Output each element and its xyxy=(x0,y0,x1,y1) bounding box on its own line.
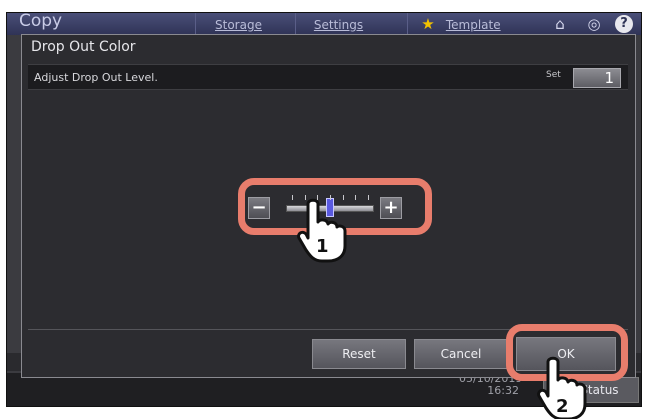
set-value-display: 1 xyxy=(573,68,621,88)
dialog-title: Drop Out Color xyxy=(31,39,136,55)
cancel-button[interactable]: Cancel xyxy=(414,339,508,369)
slider-tick xyxy=(355,195,357,200)
instruction-text: Adjust Drop Out Level. xyxy=(34,71,158,84)
callout-number-1: 1 xyxy=(316,236,329,257)
set-label: Set xyxy=(546,70,561,80)
globe-icon[interactable]: ◎ xyxy=(583,15,605,33)
top-bar: Copy Storage Settings Template ★ ⌂ ◎ ? xyxy=(7,13,641,35)
slider-tick xyxy=(368,195,369,200)
slider-tick xyxy=(292,195,293,200)
callout-number-2: 2 xyxy=(556,396,569,417)
increase-level-button[interactable]: + xyxy=(380,197,402,219)
home-icon[interactable]: ⌂ xyxy=(549,15,571,33)
tab-settings[interactable]: Settings xyxy=(295,13,381,35)
reset-button[interactable]: Reset xyxy=(312,339,406,369)
help-icon[interactable]: ? xyxy=(615,15,633,33)
instruction-bar: Adjust Drop Out Level. Set 1 xyxy=(28,64,628,90)
app-title: Copy xyxy=(19,12,63,31)
star-icon: ★ xyxy=(421,15,435,33)
tab-storage[interactable]: Storage xyxy=(195,13,281,35)
pointing-hand-icon-1: 1 xyxy=(297,198,347,263)
pointing-hand-icon-2: 2 xyxy=(537,356,587,419)
clock-time: 16:32 xyxy=(487,384,519,397)
decrease-level-button[interactable]: − xyxy=(248,197,270,219)
